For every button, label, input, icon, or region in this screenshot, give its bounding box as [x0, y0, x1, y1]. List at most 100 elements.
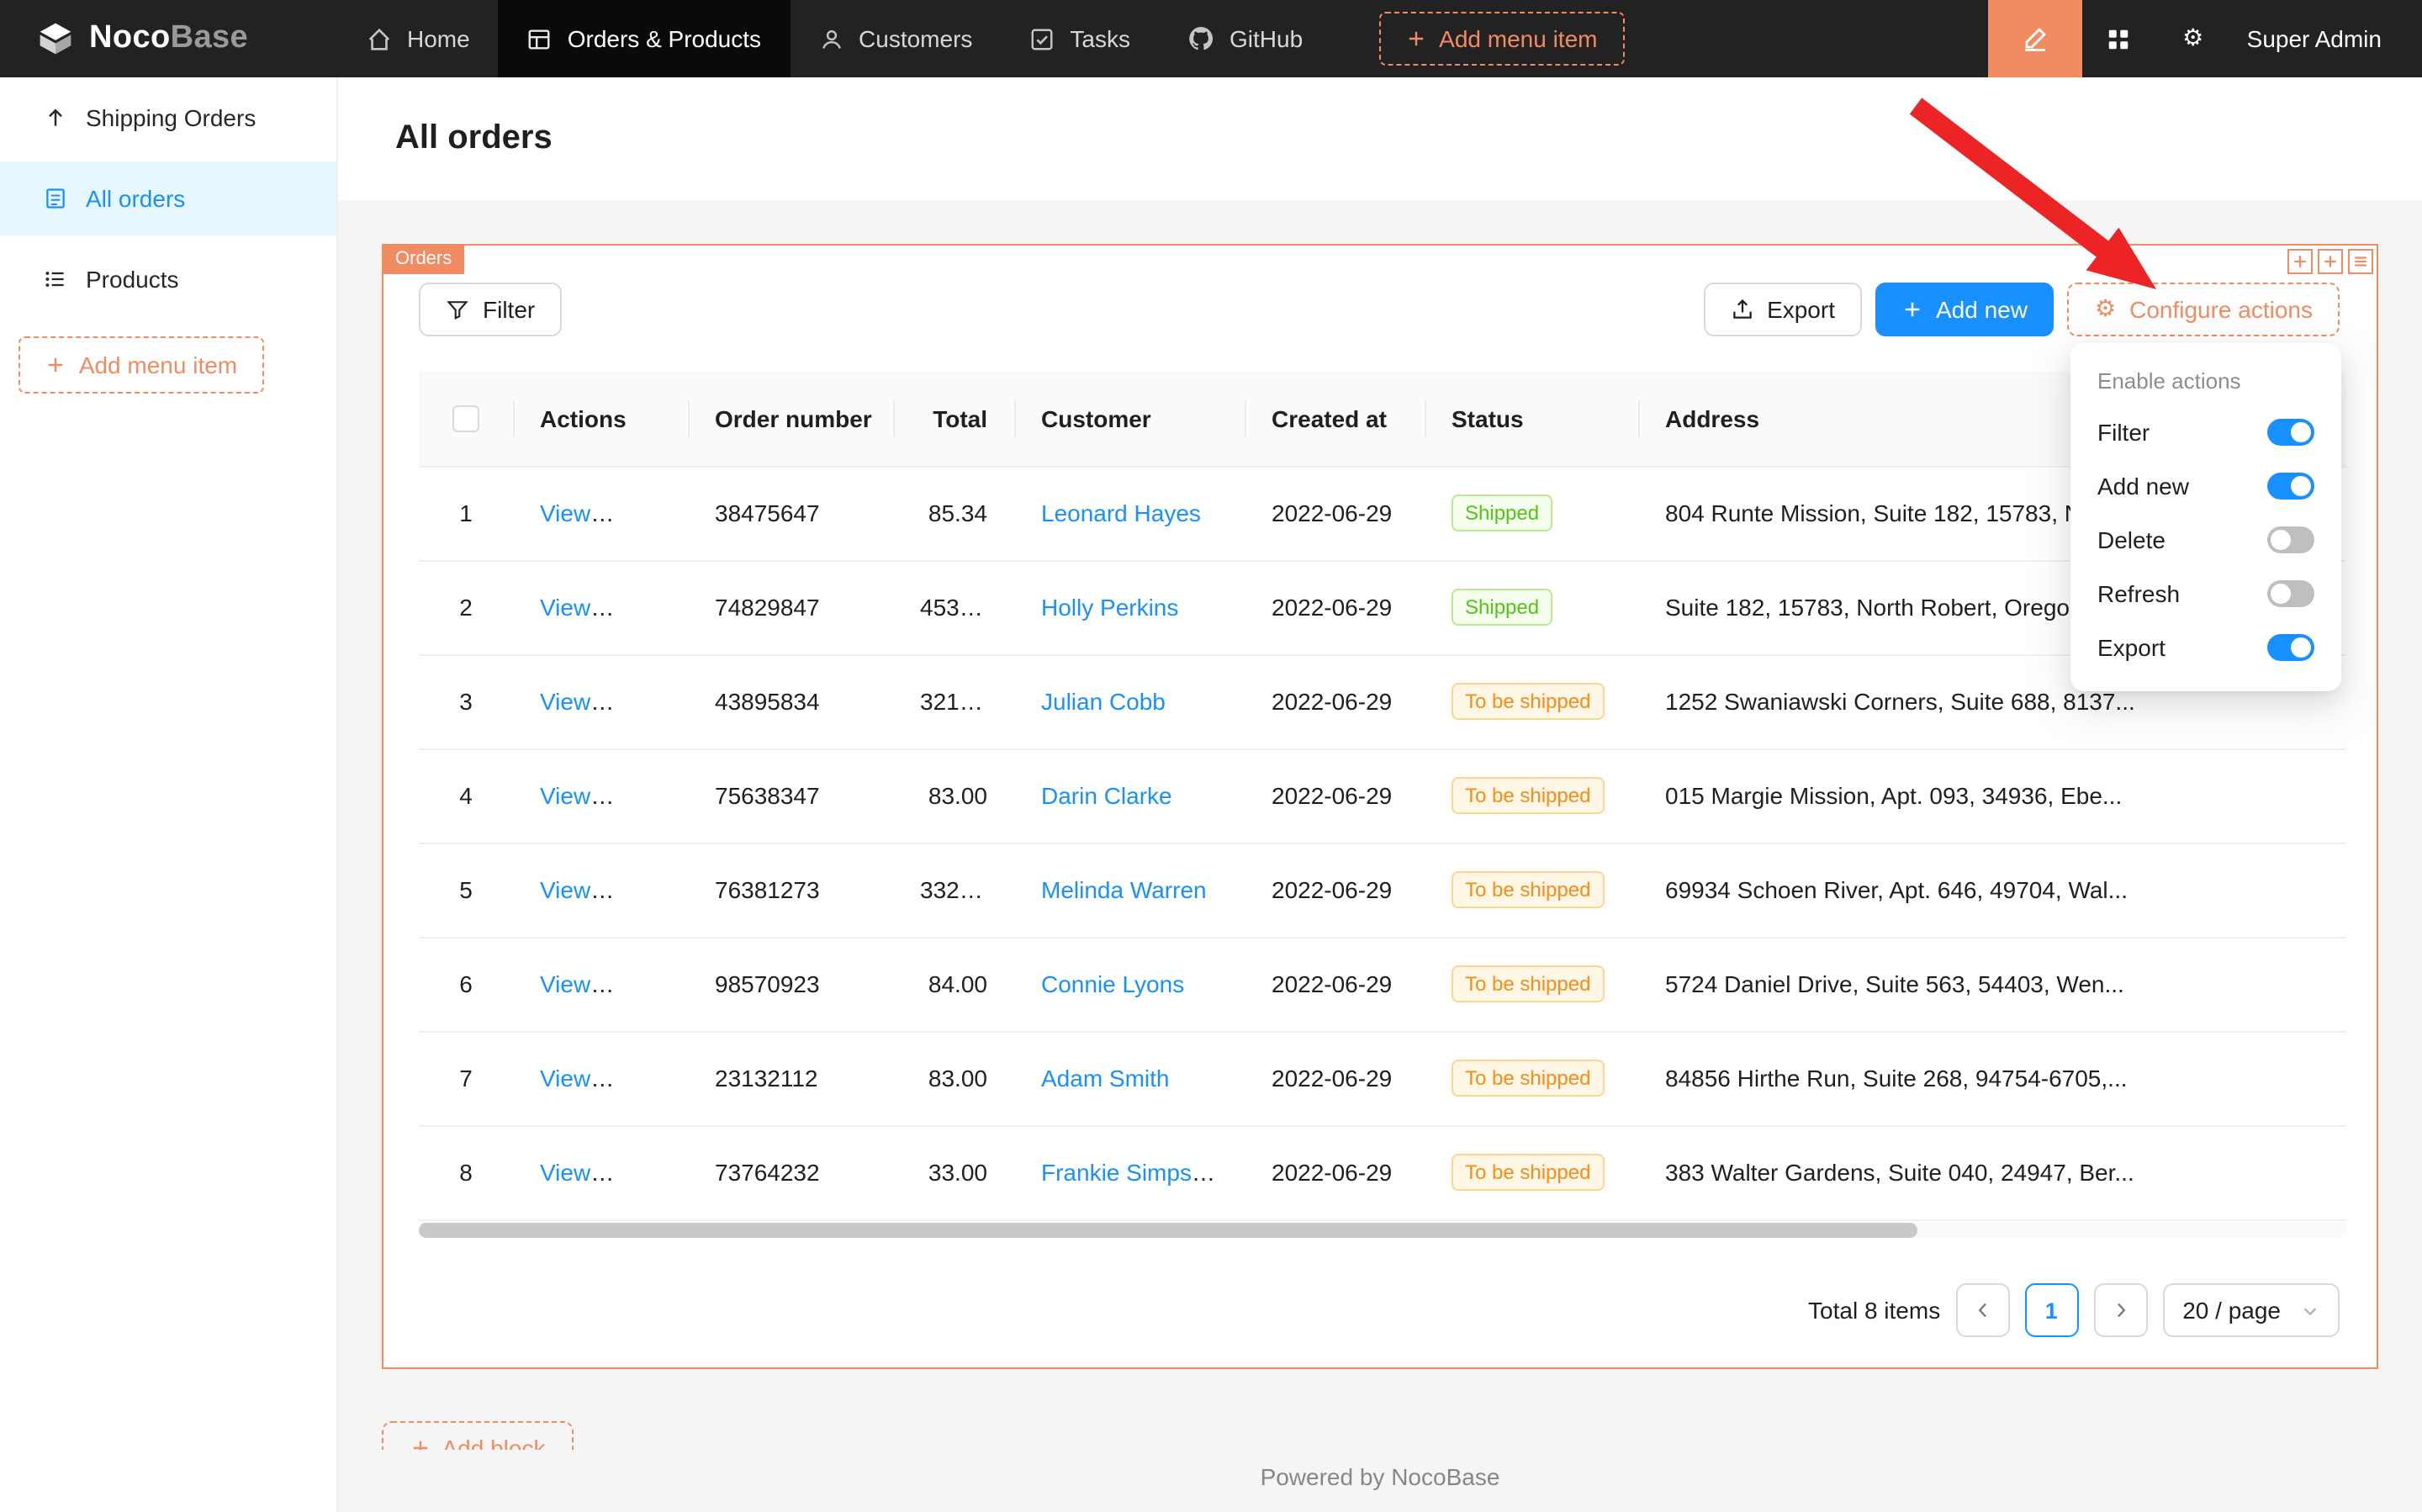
brand[interactable]: NocoBase — [0, 20, 338, 57]
switch-knob — [2291, 422, 2311, 442]
action-item-label: Delete — [2097, 526, 2166, 553]
enable-action-item[interactable]: Export — [2070, 621, 2341, 674]
configure-actions-button[interactable]: ⚙ Configure actions — [2068, 283, 2340, 336]
file-table-icon — [44, 187, 67, 210]
toggle-switch[interactable] — [2267, 473, 2314, 500]
toolbar-right: Export Add new ⚙ Configure actions — [1703, 283, 2340, 336]
sidebar-item-all-orders[interactable]: All orders — [0, 161, 336, 235]
filter-button[interactable]: Filter — [419, 283, 562, 336]
block-designer-toolbar — [2287, 249, 2373, 274]
edit-link[interactable]: Edit — [622, 688, 663, 715]
add-new-button[interactable]: Add new — [1875, 283, 2054, 336]
edit-link[interactable]: Edit — [622, 970, 663, 997]
table-row: 4ViewEdit7563834783.00Darin Clarke2022-0… — [419, 748, 2346, 843]
nav-item-orders-products[interactable]: Orders & Products — [499, 0, 790, 77]
plus-icon — [410, 1438, 431, 1450]
page-size-select[interactable]: 20 / page — [2162, 1283, 2340, 1337]
next-page-button[interactable] — [2093, 1283, 2147, 1337]
add-block-button[interactable]: Add block — [382, 1421, 574, 1450]
customer-cell: Frankie Simpson — [1014, 1125, 1245, 1219]
address-cell: 015 Margie Mission, Apt. 093, 34936, Ebe… — [1638, 748, 2346, 843]
export-button[interactable]: Export — [1703, 283, 1862, 336]
created-at-cell: 2022-06-29 — [1245, 843, 1425, 937]
github-icon — [1187, 25, 1214, 52]
view-link[interactable]: View — [540, 782, 614, 809]
add-action-icon[interactable] — [2318, 249, 2343, 274]
navbar-add-menu-item-button[interactable]: Add menu item — [1378, 12, 1624, 66]
block-collection-tag: Orders — [383, 246, 463, 274]
orders-table: Actions Order number Total Customer Crea… — [419, 372, 2346, 1220]
enable-action-item[interactable]: Delete — [2070, 513, 2341, 567]
user-menu[interactable]: Super Admin — [2230, 25, 2422, 52]
enable-action-item[interactable]: Filter — [2070, 405, 2341, 459]
prev-page-button[interactable] — [1955, 1283, 2009, 1337]
col-customer: Customer — [1014, 372, 1245, 466]
edit-link[interactable]: Edit — [622, 1065, 663, 1092]
switch-knob — [2291, 476, 2311, 496]
sidebar-add-menu-item-button[interactable]: Add menu item — [19, 336, 264, 394]
toggle-switch[interactable] — [2267, 526, 2314, 553]
nav-item-tasks[interactable]: Tasks — [1001, 0, 1159, 77]
customer-link[interactable]: Melinda Warren — [1041, 876, 1207, 903]
user-icon — [818, 26, 843, 51]
view-link[interactable]: View — [540, 1159, 614, 1186]
actions-cell: View Edit — [513, 748, 688, 843]
select-all-checkbox[interactable] — [452, 406, 479, 433]
customer-link[interactable]: Adam Smith — [1041, 1065, 1170, 1092]
customer-link[interactable]: Frankie Simpson — [1041, 1159, 1218, 1186]
toggle-switch[interactable] — [2267, 634, 2314, 661]
created-at-cell: 2022-06-29 — [1245, 1031, 1425, 1125]
enable-action-item[interactable]: Add new — [2070, 459, 2341, 513]
customer-link[interactable]: Connie Lyons — [1041, 970, 1184, 997]
action-item-label: Export — [2097, 634, 2166, 661]
enable-action-item[interactable]: Refresh — [2070, 567, 2341, 621]
customer-link[interactable]: Darin Clarke — [1041, 782, 1172, 809]
plus-icon — [1902, 299, 1922, 320]
view-link[interactable]: View — [540, 1065, 614, 1092]
nav-item-home[interactable]: Home — [338, 0, 499, 77]
table-row: 7ViewEdit2313211283.00Adam Smith2022-06-… — [419, 1031, 2346, 1125]
actions-cell: View Edit — [513, 560, 688, 654]
nav-item-github[interactable]: GitHub — [1159, 0, 1331, 77]
sidebar-item-products[interactable]: Products — [0, 242, 336, 316]
edit-link[interactable]: Edit — [622, 1159, 663, 1186]
block-menu-icon[interactable] — [2348, 249, 2373, 274]
created-at-cell: 2022-06-29 — [1245, 466, 1425, 560]
customer-cell: Adam Smith — [1014, 1031, 1245, 1125]
scrollbar-thumb[interactable] — [419, 1223, 1917, 1238]
action-item-label: Filter — [2097, 419, 2150, 446]
total-cell: 453.00 — [893, 560, 1014, 654]
view-link[interactable]: View — [540, 500, 614, 526]
view-link[interactable]: View — [540, 876, 614, 903]
row-index: 6 — [419, 937, 513, 1031]
switch-knob — [2291, 637, 2311, 658]
toggle-switch[interactable] — [2267, 419, 2314, 446]
customer-link[interactable]: Julian Cobb — [1041, 688, 1166, 715]
edit-link[interactable]: Edit — [622, 876, 663, 903]
app-window: NocoBase Home Orders & Products Customer… — [0, 0, 2422, 1512]
sidebar-item-shipping-orders[interactable]: Shipping Orders — [0, 81, 336, 155]
page-number-button[interactable]: 1 — [2024, 1283, 2078, 1337]
nav-item-customers[interactable]: Customers — [790, 0, 1001, 77]
view-link[interactable]: View — [540, 688, 614, 715]
toggle-switch[interactable] — [2267, 580, 2314, 607]
row-index: 8 — [419, 1125, 513, 1219]
add-field-icon[interactable] — [2287, 249, 2313, 274]
customer-cell: Holly Perkins — [1014, 560, 1245, 654]
plugins-button[interactable] — [2082, 0, 2156, 77]
view-link[interactable]: View — [540, 594, 614, 621]
order-number-cell: 38475647 — [688, 466, 893, 560]
customer-link[interactable]: Holly Perkins — [1041, 594, 1178, 621]
edit-link[interactable]: Edit — [622, 594, 663, 621]
plus-icon — [1405, 29, 1425, 49]
row-index: 2 — [419, 560, 513, 654]
navbar-right: ⚙ Super Admin — [1988, 0, 2422, 77]
row-index: 5 — [419, 843, 513, 937]
ui-editor-button[interactable] — [1988, 0, 2082, 77]
edit-link[interactable]: Edit — [622, 782, 663, 809]
customer-link[interactable]: Leonard Hayes — [1041, 500, 1201, 526]
view-link[interactable]: View — [540, 970, 614, 997]
edit-link[interactable]: Edit — [622, 500, 663, 526]
table-row: 8ViewEdit7376423233.00Frankie Simpson202… — [419, 1125, 2346, 1219]
settings-button[interactable]: ⚙ — [2156, 0, 2230, 77]
